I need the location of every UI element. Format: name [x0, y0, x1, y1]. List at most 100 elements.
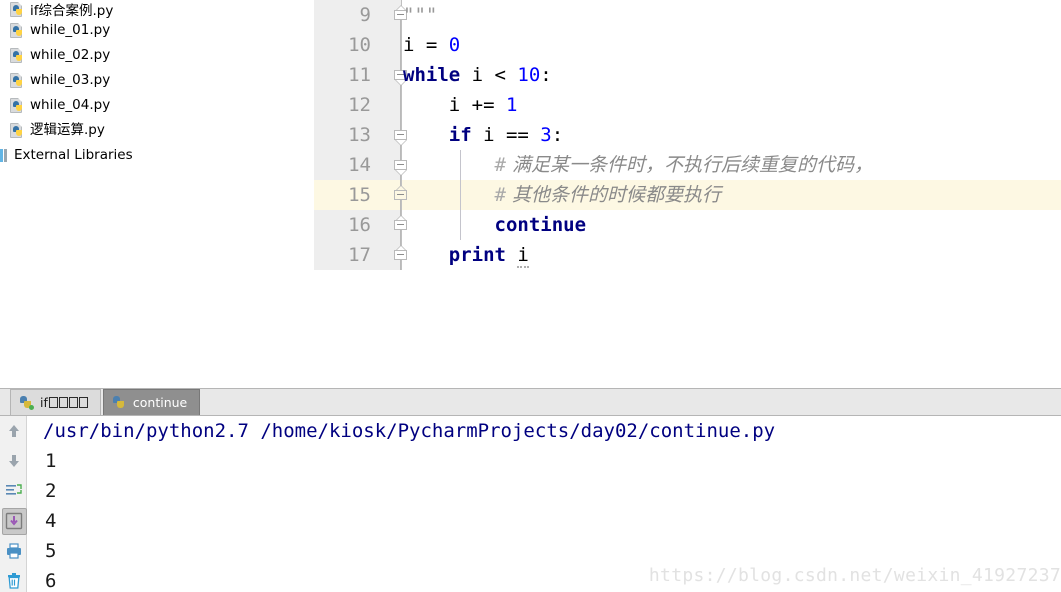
- code-line[interactable]: 15 # 其他条件的时候都要执行: [314, 180, 1061, 210]
- code-token: i: [517, 244, 529, 268]
- sidebar-item-file[interactable]: while_01.py: [0, 18, 314, 43]
- run-tab-label: continue: [132, 395, 188, 410]
- print-button[interactable]: [0, 536, 27, 566]
- code-line[interactable]: 11 while i < 10:: [314, 60, 1061, 90]
- code-text: print i: [403, 240, 529, 270]
- line-number: 15: [348, 184, 371, 206]
- code-line[interactable]: 10 i = 0: [314, 30, 1061, 60]
- sidebar-item-external-libraries[interactable]: External Libraries: [0, 143, 314, 168]
- line-number: 13: [348, 124, 371, 146]
- code-token: """: [403, 4, 438, 26]
- code-line[interactable]: 17 print i: [314, 240, 1061, 270]
- code-line[interactable]: 16 continue: [314, 210, 1061, 240]
- code-text: while i < 10:: [403, 60, 552, 90]
- code-token: 3: [540, 124, 552, 146]
- code-token: #: [494, 184, 506, 206]
- line-number: 12: [348, 94, 371, 116]
- code-line[interactable]: 12 i += 1: [314, 90, 1061, 120]
- sidebar-item-label: while_01.py: [30, 21, 111, 38]
- sidebar-item-file[interactable]: while_04.py: [0, 93, 314, 118]
- run-tool-window: if continue /usr/bin/python2.7 /home/kios…: [0, 388, 1061, 592]
- python-run-icon: [19, 395, 34, 410]
- python-run-icon: [112, 395, 127, 410]
- run-tab-bar: if continue: [0, 388, 1061, 416]
- code-token: i +=: [403, 94, 506, 116]
- python-file-icon: [10, 122, 25, 139]
- console-command-line: /usr/bin/python2.7 /home/kiosk/PycharmPr…: [43, 420, 776, 442]
- scroll-up-button[interactable]: [0, 416, 27, 446]
- code-line[interactable]: 14 # 满足某一条件时，不执行后续重复的代码，: [314, 150, 1061, 180]
- code-token: i ==: [471, 124, 541, 146]
- sidebar-item-file[interactable]: while_03.py: [0, 68, 314, 93]
- soft-wrap-button[interactable]: [0, 476, 27, 506]
- run-tab[interactable]: continue: [102, 389, 201, 415]
- console-output-line: 1: [45, 450, 57, 472]
- code-token: 0: [448, 34, 461, 56]
- run-tab-label: if: [40, 395, 48, 410]
- soft-wrap-icon: [5, 482, 23, 500]
- scroll-to-end-icon: [5, 512, 23, 530]
- line-number: 9: [359, 4, 371, 26]
- scroll-to-end-button[interactable]: [0, 506, 27, 536]
- python-file-icon: [10, 72, 25, 89]
- sidebar-item-label: while_03.py: [30, 71, 111, 88]
- code-token: :: [540, 64, 552, 86]
- sidebar-item-file[interactable]: if综合案例.py: [0, 0, 314, 18]
- code-text: # 满足某一条件时，不执行后续重复的代码，: [403, 150, 874, 180]
- code-token: 10: [517, 64, 541, 86]
- line-number: 17: [348, 244, 371, 266]
- code-token: 其他条件的时候都要执行: [505, 184, 722, 206]
- project-tree-panel: if综合案例.py while_01.py while_02.py while_03.…: [0, 0, 314, 388]
- run-tab[interactable]: if: [10, 389, 101, 415]
- unrenderable-glyph-box: [78, 397, 88, 408]
- code-token: :: [551, 124, 564, 146]
- code-token: #: [494, 154, 506, 176]
- python-file-icon: [10, 2, 25, 18]
- console-output-line: 2: [45, 480, 57, 502]
- code-token: print: [448, 244, 506, 266]
- code-token: 1: [505, 94, 518, 116]
- sidebar-item-file[interactable]: while_02.py: [0, 43, 314, 68]
- line-number: 16: [348, 214, 371, 236]
- console-output-line: 4: [45, 510, 57, 532]
- code-token: 满足某一条件时，不执行后续重复的代码，: [505, 154, 874, 176]
- sidebar-item-label: 逻辑运算.py: [30, 121, 105, 138]
- code-token: while: [403, 64, 461, 86]
- console-output-line: 5: [45, 540, 57, 562]
- unrenderable-glyph-box: [58, 397, 68, 408]
- python-file-icon: [10, 22, 25, 39]
- sidebar-item-label: if综合案例.py: [30, 2, 114, 19]
- scroll-down-button[interactable]: [0, 446, 27, 476]
- code-text: """: [403, 0, 437, 30]
- clear-all-button[interactable]: [0, 566, 27, 592]
- trash-icon: [5, 572, 23, 590]
- code-token: i =: [403, 34, 449, 56]
- code-line[interactable]: 13 if i == 3:: [314, 120, 1061, 150]
- arrow-down-icon: [5, 452, 23, 470]
- code-token: continue: [494, 214, 587, 236]
- python-file-icon: [10, 97, 25, 114]
- code-text: i += 1: [403, 90, 518, 120]
- sidebar-item-file[interactable]: 逻辑运算.py: [0, 118, 314, 143]
- line-number: 10: [348, 34, 371, 56]
- code-editor[interactable]: 9 """ 10 i = 0 11 while i < 10: 12 i += 1 13 if…: [314, 0, 1061, 388]
- pycharm-window: if综合案例.py while_01.py while_02.py while_03.…: [0, 0, 1061, 592]
- arrow-up-icon: [5, 422, 23, 440]
- line-number: 11: [348, 64, 371, 86]
- code-text: # 其他条件的时候都要执行: [403, 180, 722, 210]
- sidebar-item-label: while_04.py: [30, 96, 111, 113]
- python-file-icon: [10, 47, 25, 64]
- console-toolbar: [0, 416, 27, 592]
- running-indicator-dot: [29, 405, 34, 410]
- code-text: if i == 3:: [403, 120, 563, 150]
- code-text: i = 0: [403, 30, 460, 60]
- sidebar-item-label: while_02.py: [30, 46, 111, 63]
- code-line[interactable]: 9 """: [314, 0, 1061, 30]
- code-token: if: [448, 124, 472, 146]
- printer-icon: [5, 542, 23, 560]
